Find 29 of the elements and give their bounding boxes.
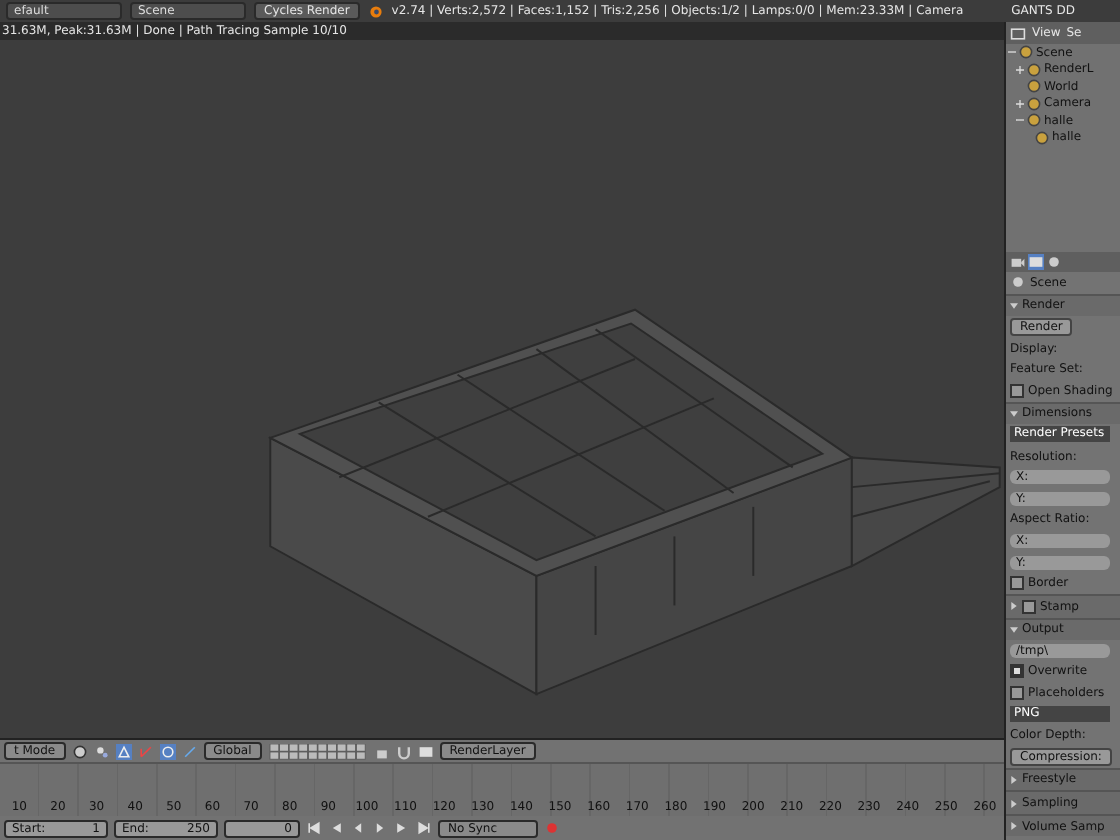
caret-icon[interactable] [1010, 602, 1018, 611]
rotate-icon[interactable] [159, 743, 176, 759]
editor-type-icon[interactable] [1010, 25, 1026, 41]
checkbox[interactable] [1010, 383, 1024, 398]
sphere-icon[interactable] [71, 743, 88, 759]
next-key-icon[interactable] [394, 820, 410, 836]
checkbox[interactable] [1010, 664, 1024, 679]
play-icon[interactable] [372, 820, 388, 836]
checkbox[interactable] [1010, 686, 1024, 701]
magnet-icon[interactable] [395, 743, 412, 759]
checkbox[interactable] [1022, 599, 1036, 614]
caret-icon[interactable] [1010, 301, 1018, 310]
expand-toggle[interactable] [1016, 65, 1024, 74]
expand-toggle[interactable] [1008, 48, 1016, 57]
expand-toggle[interactable] [1016, 99, 1024, 108]
jump-end-icon[interactable] [416, 820, 432, 836]
caret-icon[interactable] [1010, 409, 1018, 418]
camera-icon[interactable] [1010, 254, 1026, 270]
caret-icon[interactable] [1010, 625, 1018, 634]
play-reverse-icon[interactable] [350, 820, 366, 836]
caret-icon[interactable] [1010, 775, 1018, 784]
render-layers-icon[interactable] [1028, 254, 1044, 270]
caret-icon[interactable] [1010, 799, 1018, 808]
blender-logo-icon [367, 3, 384, 19]
layers-grid-icon[interactable] [267, 743, 368, 759]
caret-icon[interactable] [1010, 822, 1018, 831]
checkbox[interactable] [1010, 576, 1024, 591]
previous-key-icon[interactable] [328, 820, 344, 836]
jump-start-icon[interactable] [306, 820, 322, 836]
